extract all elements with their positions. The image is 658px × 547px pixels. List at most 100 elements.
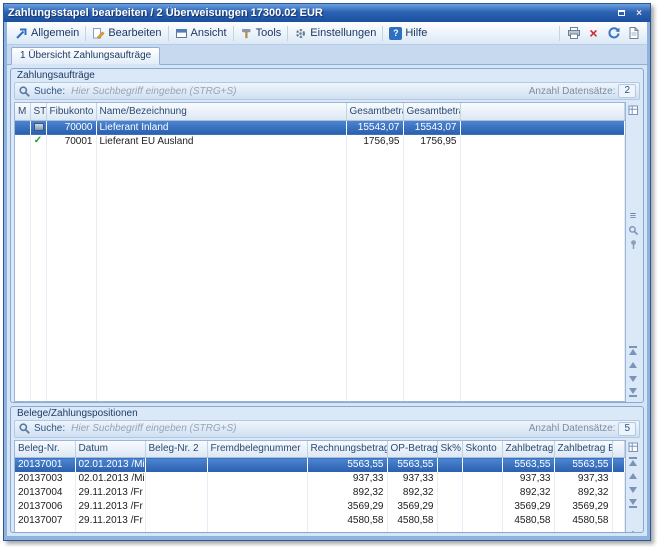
menu-hilfe[interactable]: ? Hilfe xyxy=(384,25,432,42)
grid-empty-row[interactable] xyxy=(15,359,625,373)
grid-cell[interactable]: 937,33 xyxy=(387,472,437,486)
grid-cell[interactable] xyxy=(437,458,462,473)
grid-cell[interactable] xyxy=(207,500,307,514)
menu-einstellungen[interactable]: Einstellungen xyxy=(289,25,381,42)
grid-cell[interactable]: ✓ xyxy=(30,135,46,149)
grid-cell[interactable]: 29.11.2013 /Fr xyxy=(75,486,145,500)
grid-empty-row[interactable] xyxy=(15,149,625,163)
grid-cell[interactable]: Lieferant EU Ausland xyxy=(96,135,346,149)
move-down-icon[interactable] xyxy=(627,373,639,385)
grid-empty-row[interactable] xyxy=(15,219,625,233)
grid-cell[interactable] xyxy=(437,500,462,514)
menu-ansicht[interactable]: Ansicht xyxy=(170,25,232,42)
grid-empty-row[interactable] xyxy=(15,331,625,345)
grid-cell[interactable] xyxy=(437,486,462,500)
menu-allgemein[interactable]: Allgemein xyxy=(10,25,84,42)
print-icon[interactable] xyxy=(566,26,581,41)
grid-cell[interactable] xyxy=(207,514,307,528)
positions-search-input[interactable] xyxy=(69,422,529,436)
grid-cell[interactable] xyxy=(207,472,307,486)
grid-cell[interactable]: 4580,58 xyxy=(307,514,387,528)
grid-cell[interactable] xyxy=(145,486,207,500)
menu-tools[interactable]: Tools xyxy=(235,25,287,42)
grid-cell[interactable] xyxy=(460,135,625,149)
grid-cell[interactable]: 20137006 xyxy=(15,500,75,514)
column-header-skonto[interactable]: Skonto xyxy=(462,441,502,458)
delete-icon[interactable]: × xyxy=(586,26,601,41)
grid-cell[interactable]: 3569,29 xyxy=(307,500,387,514)
refresh-icon[interactable] xyxy=(606,26,621,41)
column-header-st[interactable]: ST xyxy=(30,103,46,120)
column-header-zahlbetrag-euro[interactable]: Zahlbetrag Euro xyxy=(554,441,612,458)
grid-cell[interactable]: 02.01.2013 /Mi xyxy=(75,458,145,473)
grid-cell[interactable]: 5563,55 xyxy=(554,458,612,473)
orders-search-input[interactable] xyxy=(69,84,529,98)
grid-empty-row[interactable] xyxy=(15,289,625,303)
column-header-op-betrag[interactable]: OP-Betrag xyxy=(387,441,437,458)
grid-cell[interactable] xyxy=(612,514,625,528)
grid-cell[interactable]: 29.11.2013 /Fr xyxy=(75,500,145,514)
grid-empty-row[interactable] xyxy=(15,261,625,275)
grid-cell[interactable] xyxy=(437,514,462,528)
grid-cell[interactable]: 4580,58 xyxy=(387,514,437,528)
grid-cell[interactable] xyxy=(30,120,46,135)
column-header-gesamtbetrag[interactable]: Gesamtbetrag xyxy=(346,103,403,120)
grid-cell[interactable] xyxy=(437,472,462,486)
grid-cell[interactable]: 70000 xyxy=(46,120,96,135)
move-down-icon[interactable] xyxy=(627,484,639,496)
grid-empty-row[interactable] xyxy=(15,275,625,289)
grid-cell[interactable]: 937,33 xyxy=(307,472,387,486)
move-up-icon[interactable] xyxy=(627,359,639,371)
grid-cell[interactable]: 5563,55 xyxy=(502,458,554,473)
grid-cell[interactable] xyxy=(207,458,307,473)
grid-cell[interactable] xyxy=(207,486,307,500)
grid-cell[interactable]: 892,32 xyxy=(307,486,387,500)
column-header-rechnungsbetrag[interactable]: Rechnungsbetrag xyxy=(307,441,387,458)
grid-cell[interactable]: 892,32 xyxy=(502,486,554,500)
column-header-fibukonto[interactable]: Fibukonto xyxy=(46,103,96,120)
grid-cell[interactable]: 15543,07 xyxy=(403,120,460,135)
grid-cell[interactable]: 20137004 xyxy=(15,486,75,500)
grid-empty-row[interactable] xyxy=(15,163,625,177)
grid-cell[interactable] xyxy=(145,458,207,473)
move-first-icon[interactable] xyxy=(627,345,639,357)
grid-cell[interactable] xyxy=(612,458,625,473)
grid-cell[interactable]: 937,33 xyxy=(554,472,612,486)
grid-empty-row[interactable] xyxy=(15,317,625,331)
move-last-icon[interactable] xyxy=(627,387,639,399)
grid-empty-row[interactable] xyxy=(15,303,625,317)
table-row[interactable]: 2013700429.11.2013 /Fr892,32892,32892,32… xyxy=(15,486,625,500)
tab-overview-zahlungsauftraege[interactable]: 1 Übersicht Zahlungsaufträge xyxy=(11,47,160,65)
document-icon[interactable] xyxy=(626,26,641,41)
column-header-fremdbelegnummer[interactable]: Fremdbelegnummer xyxy=(207,441,307,458)
grid-cell[interactable] xyxy=(612,472,625,486)
table-row[interactable]: 2013700102.01.2013 /Mi5563,555563,555563… xyxy=(15,458,625,473)
grid-cell[interactable] xyxy=(145,500,207,514)
grid-cell[interactable]: 892,32 xyxy=(387,486,437,500)
grid-cell[interactable] xyxy=(612,486,625,500)
table-row[interactable]: 2013700629.11.2013 /Fr3569,293569,293569… xyxy=(15,500,625,514)
grid-cell[interactable] xyxy=(462,472,502,486)
grid-cell[interactable]: 20137003 xyxy=(15,472,75,486)
column-options-icon[interactable] xyxy=(627,442,639,454)
grid-cell[interactable] xyxy=(15,135,30,149)
table-row[interactable]: ✓70001Lieferant EU Ausland1756,951756,95 xyxy=(15,135,625,149)
move-up-icon[interactable] xyxy=(627,470,639,482)
grid-cell[interactable]: 937,33 xyxy=(502,472,554,486)
column-header-sk[interactable]: Sk% xyxy=(437,441,462,458)
add-icon[interactable]: + xyxy=(627,528,639,533)
grid-cell[interactable]: 3569,29 xyxy=(554,500,612,514)
grid-cell[interactable] xyxy=(612,500,625,514)
grid-cell[interactable]: 5563,55 xyxy=(307,458,387,473)
grid-cell[interactable]: 4580,58 xyxy=(554,514,612,528)
column-header-gesamtbetrag-euro[interactable]: Gesamtbetrag Euro xyxy=(403,103,460,120)
restore-icon[interactable] xyxy=(614,7,628,20)
grid-empty-row[interactable] xyxy=(15,247,625,261)
grid-cell[interactable] xyxy=(462,500,502,514)
grid-cell[interactable]: 20137007 xyxy=(15,514,75,528)
grid-cell[interactable]: 3569,29 xyxy=(387,500,437,514)
grid-cell[interactable]: 1756,95 xyxy=(346,135,403,149)
grid-cell[interactable]: 70001 xyxy=(46,135,96,149)
column-header-beleg-nr[interactable]: Beleg-Nr. xyxy=(15,441,75,458)
grid-empty-row[interactable] xyxy=(15,233,625,247)
